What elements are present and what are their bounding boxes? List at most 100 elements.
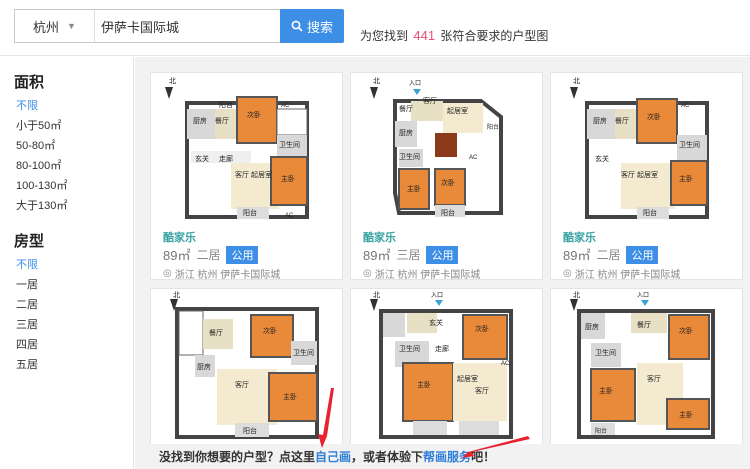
filter-sidebar: 面积 不限 小于50㎡ 50-80㎡ 80-100㎡ 100-130㎡ 大于13… [0, 57, 134, 469]
room-label: AC [681, 103, 690, 109]
footer-text-1: 没找到你想要的户型？点这里 [159, 450, 316, 464]
city-label: 杭州 [33, 19, 60, 35]
north-label: 北 [373, 77, 380, 85]
type-filter-1[interactable]: 一居 [14, 275, 133, 295]
area-value: 89㎡ [563, 248, 591, 263]
area-filter-100-130[interactable]: 100-130㎡ [14, 176, 133, 196]
room-label: 次卧 [441, 178, 455, 187]
room-label: 卫生间 [399, 344, 420, 353]
type-filter-3[interactable]: 三居 [14, 315, 133, 335]
public-tag: 公用 [626, 245, 659, 264]
room-label: 次卧 [475, 324, 489, 333]
card-meta: 89㎡ 二居 公用 [563, 245, 659, 264]
city-select[interactable]: 杭州 ▼ [15, 10, 95, 42]
room-label: 次卧 [247, 110, 261, 119]
room-label: 阳台 [219, 100, 233, 109]
location-pin-icon: ◎ [363, 268, 372, 279]
draw-yourself-link[interactable]: 自己画 [315, 448, 351, 465]
location-text: 浙江 杭州 伊萨卡国际城 [174, 270, 281, 281]
card-location: ◎ 浙江 杭州 伊萨卡国际城 [563, 266, 680, 281]
rooms-value: 二居 [596, 248, 621, 262]
room-label: 起居室 [457, 374, 478, 383]
north-label: 北 [373, 291, 380, 299]
type-filter-2[interactable]: 二居 [14, 295, 133, 315]
brand-label: 酷家乐 [563, 232, 596, 244]
floorplan-card[interactable]: 北 入口 餐厅 次卧 厨房 卫生间 主卧 客厅 主卧 阳台 [550, 288, 743, 469]
room-label: 卫生间 [679, 140, 700, 149]
room-label: 客厅 起居室 [235, 170, 272, 179]
floorplan-image: 北 餐厅 次卧 卫生间 厨房 客厅 主卧 阳台 [151, 289, 342, 439]
room-label: 阳台 [441, 208, 455, 217]
floorplan-card[interactable]: 北 厨房 餐厅 阳台 次卧 卫生间 走廊 玄关 客厅 起居室 主卧 阳台 AC … [150, 72, 343, 281]
area-value: 89㎡ [163, 248, 191, 263]
room-label: 卫生间 [293, 348, 314, 357]
footer-text-3: 吧！ [471, 450, 496, 464]
floorplan-image: 北 入口 玄关 次卧 卫生间 走廊 主卧 起居室 客厅 AC [351, 289, 542, 439]
public-tag: 公用 [426, 245, 459, 264]
result-suffix: 张符合要求的户型图 [440, 29, 549, 43]
footer-banner: 没找到你想要的户型？点这里 自己画 ，或者体验下 帮画服务 吧！ [135, 444, 750, 469]
floorplan-card[interactable]: 北 厨房 餐厅 次卧 卫生间 玄关 客厅 起居室 主卧 阳台 AC 酷家乐 89… [550, 72, 743, 281]
floorplan-grid: 北 厨房 餐厅 阳台 次卧 卫生间 走廊 玄关 客厅 起居室 主卧 阳台 AC … [135, 57, 750, 469]
type-filter-5[interactable]: 五居 [14, 355, 133, 375]
room-label: 走廊 [219, 154, 233, 163]
floorplan-card[interactable]: 北 入口 客厅 餐厅 起居室 厨房 卫生间 主卧 次卧 阳台 阳台 AC 酷家乐… [350, 72, 543, 281]
room-label: 走廊 [435, 344, 449, 353]
result-count: 441 [413, 28, 436, 43]
footer-text-2: ，或者体验下 [351, 450, 424, 464]
card-location: ◎ 浙江 杭州 伊萨卡国际城 [163, 266, 280, 281]
card-location: ◎ 浙江 杭州 伊萨卡国际城 [363, 266, 480, 281]
room-label: 餐厅 [637, 320, 651, 329]
type-filter-title: 房型 [14, 233, 45, 250]
type-filter-4[interactable]: 四居 [14, 335, 133, 355]
room-label: 玄关 [195, 154, 209, 163]
area-filter-lt50[interactable]: 小于50㎡ [14, 116, 133, 136]
brand-label: 酷家乐 [163, 232, 196, 244]
chevron-down-icon: ▼ [67, 21, 76, 31]
search-button[interactable]: 搜索 [280, 9, 344, 43]
room-label: AC [281, 103, 290, 109]
room-label: 玄关 [595, 154, 609, 163]
room-label: 次卧 [263, 326, 277, 335]
north-label: 北 [573, 291, 580, 299]
card-meta: 89㎡ 二居 公用 [163, 245, 259, 264]
header: 杭州 ▼ 伊萨卡国际城 搜索 为您找到 441 张符合要求的户型图 [0, 0, 750, 56]
floorplan-card[interactable]: 北 入口 玄关 次卧 卫生间 走廊 主卧 起居室 客厅 AC [350, 288, 543, 469]
room-label: 起居室 [447, 106, 468, 115]
rooms-value: 二居 [196, 248, 221, 262]
area-filter-any[interactable]: 不限 [14, 96, 133, 116]
drawing-service-link[interactable]: 帮画服务 [423, 448, 471, 465]
room-label: 客厅 [235, 380, 249, 389]
rooms-value: 三居 [396, 248, 421, 262]
location-text: 浙江 杭州 伊萨卡国际城 [574, 270, 681, 281]
room-label: 厨房 [193, 116, 207, 125]
search-button-label: 搜索 [306, 19, 333, 35]
floorplan-card[interactable]: 北 餐厅 次卧 卫生间 厨房 客厅 主卧 阳台 [150, 288, 343, 469]
floorplan-image: 北 厨房 餐厅 次卧 卫生间 玄关 客厅 起居室 主卧 阳台 AC [551, 73, 742, 223]
room-label: 主卧 [281, 174, 295, 183]
result-summary: 为您找到 441 张符合要求的户型图 [360, 27, 548, 44]
room-label: 餐厅 [615, 116, 629, 125]
room-label: AC [469, 155, 478, 161]
location-pin-icon: ◎ [163, 268, 172, 279]
room-label: 阳台 [595, 427, 607, 435]
room-label: 卫生间 [595, 348, 616, 357]
location-text: 浙江 杭州 伊萨卡国际城 [374, 270, 481, 281]
room-label: 客厅 起居室 [621, 170, 658, 179]
result-prefix: 为您找到 [360, 29, 409, 43]
room-label: 阳台 [243, 208, 257, 217]
area-filter-gt130[interactable]: 大于130㎡ [14, 196, 133, 216]
room-label: 次卧 [679, 326, 693, 335]
room-label: 主卧 [679, 410, 693, 419]
room-label: 厨房 [399, 128, 413, 137]
area-filter-title: 面积 [14, 74, 45, 91]
area-filter-80-100[interactable]: 80-100㎡ [14, 156, 133, 176]
room-label: AC [501, 361, 510, 367]
type-filter-any[interactable]: 不限 [14, 255, 133, 275]
room-label: 客厅 [423, 96, 437, 105]
room-label: 入口 [637, 292, 649, 299]
north-label: 北 [573, 77, 580, 85]
area-filter-50-80[interactable]: 50-80㎡ [14, 136, 133, 156]
search-input[interactable]: 伊萨卡国际城 [95, 17, 179, 36]
floorplan-image: 北 入口 餐厅 次卧 厨房 卫生间 主卧 客厅 主卧 阳台 [551, 289, 742, 439]
